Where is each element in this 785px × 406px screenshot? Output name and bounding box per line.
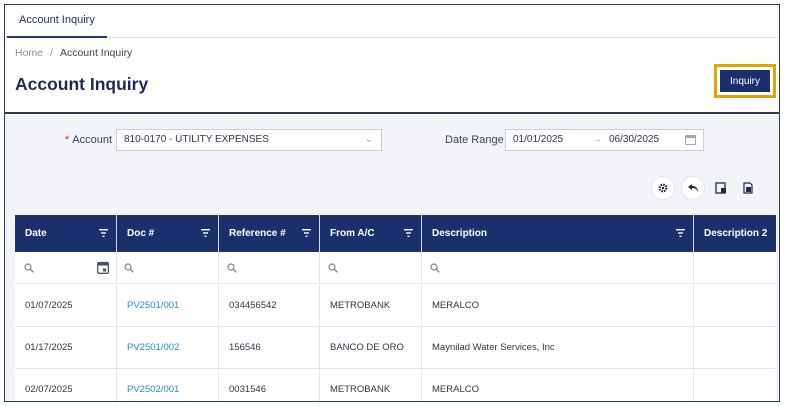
breadcrumb-separator: / xyxy=(50,47,53,59)
date-to-input[interactable]: 06/30/2025 xyxy=(609,130,659,150)
column-header-description-2[interactable]: Description 2 xyxy=(694,215,776,252)
column-header-doc[interactable]: Doc # xyxy=(117,215,219,252)
filter-icon[interactable] xyxy=(201,229,210,237)
cell-doc-link[interactable]: PV2502/001 xyxy=(117,369,219,401)
inquiry-table: Date Doc # Reference # From A/C Descript… xyxy=(15,215,776,401)
filter-cell-reference[interactable] xyxy=(219,252,320,284)
filter-row xyxy=(15,252,776,284)
filter-icon[interactable] xyxy=(302,229,311,237)
breadcrumb-current: Account Inquiry xyxy=(59,47,133,59)
tab-account-inquiry[interactable]: Account Inquiry xyxy=(7,5,107,38)
cell-from-account: BANCO DE ORO xyxy=(320,327,422,369)
tab-strip: Account Inquiry xyxy=(5,5,779,38)
excel-button[interactable] xyxy=(737,176,759,200)
settings-button[interactable] xyxy=(651,176,675,200)
column-header-date[interactable]: Date xyxy=(15,215,117,252)
cell-doc-link[interactable]: PV2501/001 xyxy=(117,285,219,327)
column-header-description[interactable]: Description xyxy=(422,215,694,252)
app-window: Account Inquiry Home / Account Inquiry Acc… xyxy=(4,4,780,402)
column-header-reference[interactable]: Reference # xyxy=(219,215,320,252)
date-range-label: Date Range : xyxy=(445,134,510,146)
table-row[interactable]: 02/07/2025 PV2502/001 0031546 METROBANK … xyxy=(15,369,776,401)
filter-icon[interactable] xyxy=(99,229,108,237)
account-label: * Account : xyxy=(65,134,119,146)
cell-date: 01/17/2025 xyxy=(15,327,117,369)
cell-date: 01/07/2025 xyxy=(15,285,117,327)
inquiry-button-highlight: Inquiry xyxy=(714,64,776,98)
search-icon xyxy=(430,263,440,273)
export-icon xyxy=(715,182,726,194)
account-select[interactable]: 810-0170 - UTILITY EXPENSES ⌄ xyxy=(116,129,382,151)
cell-description-2 xyxy=(694,327,776,369)
cell-date: 02/07/2025 xyxy=(15,369,117,401)
cell-doc-link[interactable]: PV2501/002 xyxy=(117,327,219,369)
filter-cell-doc[interactable] xyxy=(117,252,219,284)
arrow-right-icon: → xyxy=(592,134,602,145)
table-header: Date Doc # Reference # From A/C Descript… xyxy=(15,215,776,252)
undo-icon xyxy=(688,184,698,192)
search-icon xyxy=(24,263,34,273)
search-icon xyxy=(328,263,338,273)
search-icon xyxy=(227,263,237,273)
cell-reference: 0031546 xyxy=(219,369,320,401)
filter-cell-date[interactable] xyxy=(15,252,117,284)
table-row[interactable]: 01/07/2025 PV2501/001 034456542 METROBAN… xyxy=(15,285,776,327)
cell-reference: 034456542 xyxy=(219,285,320,327)
date-range-picker[interactable]: 01/01/2025 → 06/30/2025 xyxy=(505,129,704,151)
cell-description: MERALCO xyxy=(422,369,694,401)
export-button[interactable] xyxy=(710,176,732,200)
cell-reference: 156546 xyxy=(219,327,320,369)
calendar-icon[interactable] xyxy=(685,135,696,145)
content-area: * Account : 810-0170 - UTILITY EXPENSES ⌄… xyxy=(5,115,779,401)
page-title: Account Inquiry xyxy=(15,74,149,94)
undo-button[interactable] xyxy=(681,176,705,200)
date-from-input[interactable]: 01/01/2025 xyxy=(513,130,563,150)
column-header-from-account[interactable]: From A/C xyxy=(320,215,422,252)
excel-icon xyxy=(743,182,753,194)
filter-cell-description-2[interactable] xyxy=(694,252,776,284)
cell-description: MERALCO xyxy=(422,285,694,327)
cell-description-2 xyxy=(694,285,776,327)
filter-icon[interactable] xyxy=(676,229,685,237)
filter-cell-description[interactable] xyxy=(422,252,694,284)
cell-description-2 xyxy=(694,369,776,401)
cell-from-account: METROBANK xyxy=(320,285,422,327)
filter-icon[interactable] xyxy=(404,229,413,237)
calendar-icon[interactable] xyxy=(97,261,109,274)
cell-from-account: METROBANK xyxy=(320,369,422,401)
settings-icon xyxy=(658,183,668,193)
breadcrumb: Home / Account Inquiry xyxy=(15,47,132,59)
inquiry-button[interactable]: Inquiry xyxy=(720,70,770,92)
breadcrumb-home[interactable]: Home xyxy=(15,47,43,59)
filter-cell-from-account[interactable] xyxy=(320,252,422,284)
table-row[interactable]: 01/17/2025 PV2501/002 156546 BANCO DE OR… xyxy=(15,327,776,369)
cell-description: Maynilad Water Services, Inc xyxy=(422,327,694,369)
account-select-value: 810-0170 - UTILITY EXPENSES xyxy=(124,134,269,145)
page-header: Home / Account Inquiry Account Inquiry Inq… xyxy=(5,38,779,114)
required-mark: * xyxy=(65,134,70,146)
chevron-down-icon: ⌄ xyxy=(364,134,373,145)
search-icon xyxy=(124,263,134,273)
